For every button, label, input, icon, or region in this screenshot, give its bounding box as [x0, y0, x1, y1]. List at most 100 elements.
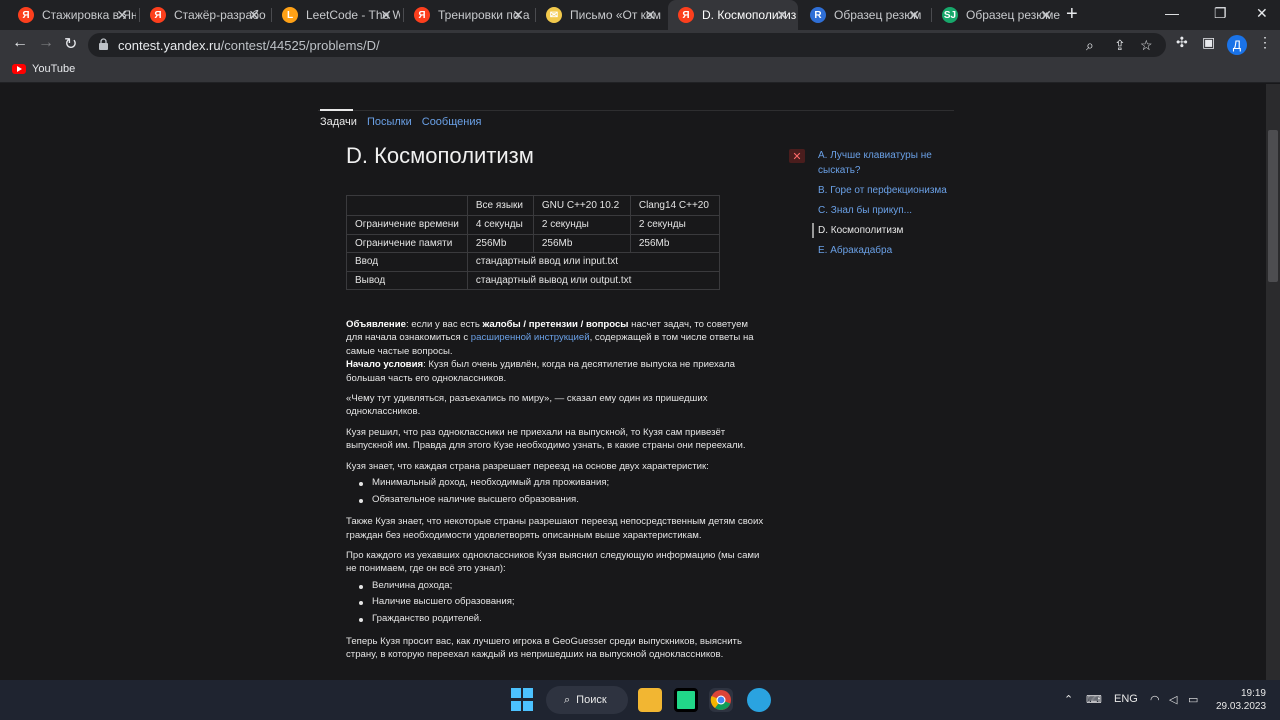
address-bar[interactable]: contest.yandex.ru/contest/44525/problems…: [88, 33, 1166, 57]
announcement: Объявление: если у вас есть жалобы / пре…: [346, 319, 754, 357]
scrollbar-thumb[interactable]: [1268, 130, 1278, 282]
youtube-icon: [12, 64, 26, 74]
info-list: Величина дохода; Наличие высшего образов…: [346, 578, 766, 628]
table-row: Все языки GNU C++20 10.2 Clang14 C++20: [346, 195, 720, 216]
header-divider: [318, 110, 954, 111]
language-indicator[interactable]: ENG: [1114, 693, 1138, 705]
browser-tab[interactable]: R Образец резюм ✕: [800, 0, 930, 30]
problem-list: A. Лучше клавиатуры не сыскать? B. Горе …: [812, 148, 952, 263]
browser-tab[interactable]: ✉ Письмо «От ком ✕: [536, 0, 666, 30]
table-cell: 2 секунды: [532, 215, 631, 235]
new-tab-button[interactable]: +: [1066, 3, 1078, 26]
chrome-taskbar-button[interactable]: [709, 688, 733, 712]
contest-nav: Задачи Посылки Сообщения: [320, 116, 481, 128]
close-tab-icon[interactable]: ✕: [908, 7, 920, 24]
yandex-icon: Я: [150, 7, 166, 23]
battery-icon[interactable]: ▭: [1188, 693, 1198, 706]
list-item: Гражданство родителей.: [346, 611, 766, 628]
table-cell: Ограничение памяти: [346, 233, 468, 253]
instruction-link[interactable]: расширенной инструкцией: [471, 332, 590, 343]
close-problems-panel-button[interactable]: ✕: [789, 149, 805, 163]
list-item: Наличие высшего образования;: [346, 594, 766, 611]
nav-problems[interactable]: Задачи: [320, 116, 357, 128]
tab-separator: [403, 8, 404, 22]
menu-icon[interactable]: ⋮: [1258, 34, 1272, 51]
close-tab-icon[interactable]: ✕: [776, 7, 788, 24]
back-icon[interactable]: ←: [12, 34, 28, 52]
share-icon[interactable]: ⇪: [1114, 37, 1126, 54]
table-cell: [346, 195, 468, 216]
browser-tab[interactable]: SJ Образец резюме ✕: [932, 0, 1062, 30]
keyboard-icon[interactable]: ⌨: [1086, 693, 1102, 706]
toolbar: ← → ↻ contest.yandex.ru/contest/44525/pr…: [0, 30, 1280, 59]
bookmark-youtube[interactable]: YouTube: [12, 63, 75, 75]
close-tab-icon[interactable]: ✕: [248, 7, 260, 24]
wifi-icon[interactable]: ◠: [1150, 693, 1160, 706]
table-row: Ограничение времени 4 секунды 2 секунды …: [346, 215, 720, 235]
browser-tab[interactable]: Я Стажировка в Ян ✕: [8, 0, 138, 30]
list-item: Обязательное наличие высшего образования…: [346, 492, 766, 509]
problem-link-c[interactable]: C. Знал бы прикуп...: [812, 203, 952, 218]
clock[interactable]: 19:19 29.03.2023: [1216, 687, 1266, 713]
leetcode-icon: L: [282, 7, 298, 23]
problem-link-e[interactable]: E. Абракадабра: [812, 243, 952, 258]
table-cell: Ограничение времени: [346, 215, 468, 235]
close-window-button[interactable]: ✕: [1256, 5, 1268, 22]
tab-separator: [535, 8, 536, 22]
problem-link-b[interactable]: B. Горе от перфекционизма: [812, 183, 952, 198]
browser-tab[interactable]: Я Тренировки по а ✕: [404, 0, 534, 30]
reload-icon[interactable]: ↻: [64, 34, 77, 54]
nav-messages[interactable]: Сообщения: [422, 116, 482, 128]
yandex-icon: Я: [18, 7, 34, 23]
table-cell: Все языки: [466, 195, 534, 216]
pycharm-icon[interactable]: [674, 688, 698, 712]
table-cell: Ввод: [346, 252, 468, 272]
sidepanel-icon[interactable]: ▣: [1202, 34, 1215, 51]
problem-link-d[interactable]: D. Космополитизм: [812, 223, 952, 238]
bookmarks-bar: YouTube: [0, 59, 1280, 83]
drag-handle: ···: [673, 84, 683, 89]
statement-paragraph: Кузя знает, что каждая страна разрешает …: [346, 460, 709, 472]
nav-submissions[interactable]: Посылки: [367, 116, 412, 128]
doc-icon: R: [810, 7, 826, 23]
problem-title: D. Космополитизм: [346, 143, 534, 168]
file-explorer-icon[interactable]: [638, 688, 662, 712]
statement-paragraph: Про каждого из уехавших одноклассников К…: [346, 550, 760, 575]
taskbar-search[interactable]: ⌕ Поиск: [546, 686, 628, 714]
close-tab-icon[interactable]: ✕: [116, 7, 128, 24]
sj-icon: SJ: [942, 7, 958, 23]
table-cell: 2 секунды: [629, 215, 720, 235]
table-cell: стандартный вывод или output.txt: [466, 270, 720, 290]
bookmark-star-icon[interactable]: ☆: [1140, 37, 1153, 54]
tray-overflow-icon[interactable]: ⌃: [1064, 693, 1073, 706]
close-tab-icon[interactable]: ✕: [380, 7, 392, 24]
yandex-icon: Я: [678, 7, 694, 23]
maximize-button[interactable]: ❐: [1214, 5, 1227, 22]
windows-start-icon[interactable]: [511, 688, 535, 712]
criteria-list: Минимальный доход, необходимый для прожи…: [346, 475, 766, 508]
close-tab-icon[interactable]: ✕: [644, 7, 656, 24]
browser-tab[interactable]: Я D. Космополитиз ✕: [668, 0, 798, 30]
close-tab-icon[interactable]: ✕: [512, 7, 524, 24]
browser-tab[interactable]: Я Стажёр-разрабо ✕: [140, 0, 270, 30]
table-row: Вывод стандартный вывод или output.txt: [346, 270, 720, 290]
browser-tab[interactable]: L LeetCode - The W ✕: [272, 0, 402, 30]
url-text: contest.yandex.ru/contest/44525/problems…: [118, 38, 380, 53]
profile-avatar[interactable]: Д: [1227, 35, 1247, 55]
close-tab-icon[interactable]: ✕: [1040, 7, 1052, 24]
minimize-button[interactable]: —: [1165, 5, 1179, 21]
telegram-icon[interactable]: [747, 688, 771, 712]
forward-icon[interactable]: →: [38, 34, 54, 52]
tab-separator: [931, 8, 932, 22]
tab-separator: [139, 8, 140, 22]
list-item: Величина дохода;: [346, 578, 766, 595]
extensions-icon[interactable]: ✣: [1176, 34, 1188, 51]
chrome-icon: [710, 690, 731, 710]
table-cell: стандартный ввод или input.txt: [466, 252, 720, 272]
table-cell: 4 секунды: [466, 215, 534, 235]
limits-table: Все языки GNU C++20 10.2 Clang14 C++20 О…: [346, 195, 720, 290]
zoom-icon[interactable]: ⌕: [1086, 37, 1094, 54]
problem-link-a[interactable]: A. Лучше клавиатуры не сыскать?: [812, 148, 952, 178]
volume-icon[interactable]: ◁: [1169, 693, 1177, 706]
table-cell: Вывод: [346, 270, 468, 290]
